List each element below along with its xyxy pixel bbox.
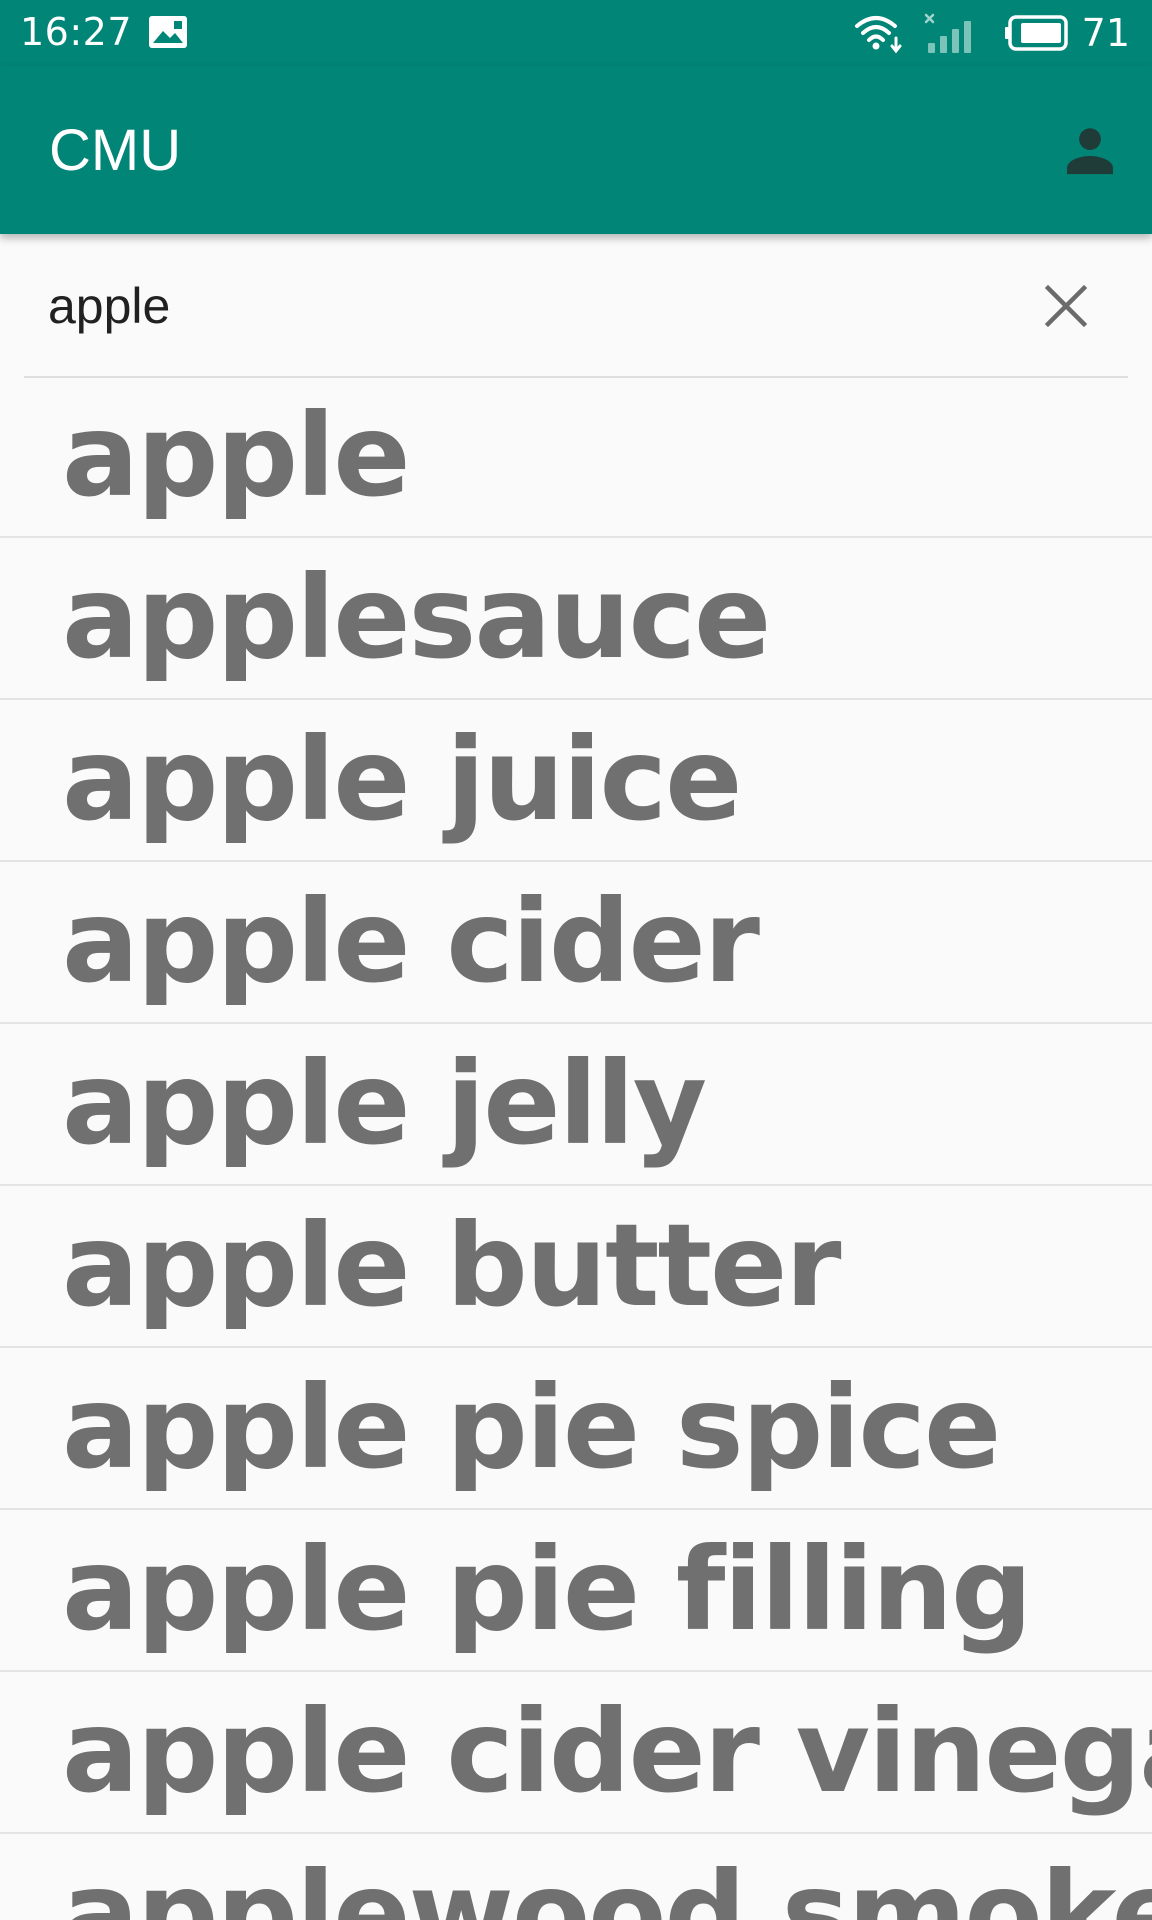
- account-icon: [1067, 128, 1113, 175]
- suggestion-label: applewood smoked: [62, 1847, 1152, 1920]
- battery-icon: [1004, 15, 1068, 51]
- suggestion-label: apple cider vinegar: [62, 1685, 1152, 1818]
- close-icon: [1044, 284, 1088, 328]
- account-button[interactable]: [1050, 110, 1130, 190]
- status-time: 16:27: [20, 10, 133, 54]
- search-bar: [24, 234, 1128, 378]
- suggestion-label: apple juice: [62, 713, 742, 846]
- battery-level: 71: [1081, 11, 1130, 55]
- suggestion-label: apple butter: [62, 1199, 842, 1332]
- suggestion-item[interactable]: apple: [0, 376, 1152, 538]
- suggestion-label: apple jelly: [62, 1037, 707, 1170]
- suggestion-item[interactable]: applesauce: [0, 538, 1152, 700]
- suggestion-item[interactable]: apple pie spice: [0, 1348, 1152, 1510]
- suggestion-label: apple pie filling: [62, 1523, 1033, 1656]
- signal-icon: [924, 13, 971, 53]
- clear-search-button[interactable]: [1034, 274, 1098, 338]
- suggestion-list: apple applesauce apple juice apple cider…: [0, 376, 1152, 1920]
- app-title: CMU: [49, 118, 182, 183]
- suggestion-label: applesauce: [62, 551, 771, 684]
- app-bar: CMU: [0, 66, 1152, 234]
- wifi-icon: [854, 16, 902, 54]
- suggestion-item[interactable]: apple juice: [0, 700, 1152, 862]
- suggestion-item[interactable]: apple butter: [0, 1186, 1152, 1348]
- gallery-notification-icon: [149, 16, 187, 48]
- suggestion-item[interactable]: apple pie filling: [0, 1510, 1152, 1672]
- status-bar: 16:27 71: [0, 0, 1152, 66]
- status-icons: 71: [854, 10, 1130, 56]
- suggestion-item[interactable]: applewood smoked: [0, 1834, 1152, 1920]
- suggestion-item[interactable]: apple cider: [0, 862, 1152, 1024]
- search-input[interactable]: [48, 271, 1008, 341]
- suggestion-label: apple cider: [62, 875, 760, 1008]
- suggestion-label: apple pie spice: [62, 1361, 1001, 1494]
- suggestion-item[interactable]: apple jelly: [0, 1024, 1152, 1186]
- suggestion-label: apple: [62, 389, 411, 522]
- suggestion-item[interactable]: apple cider vinegar: [0, 1672, 1152, 1834]
